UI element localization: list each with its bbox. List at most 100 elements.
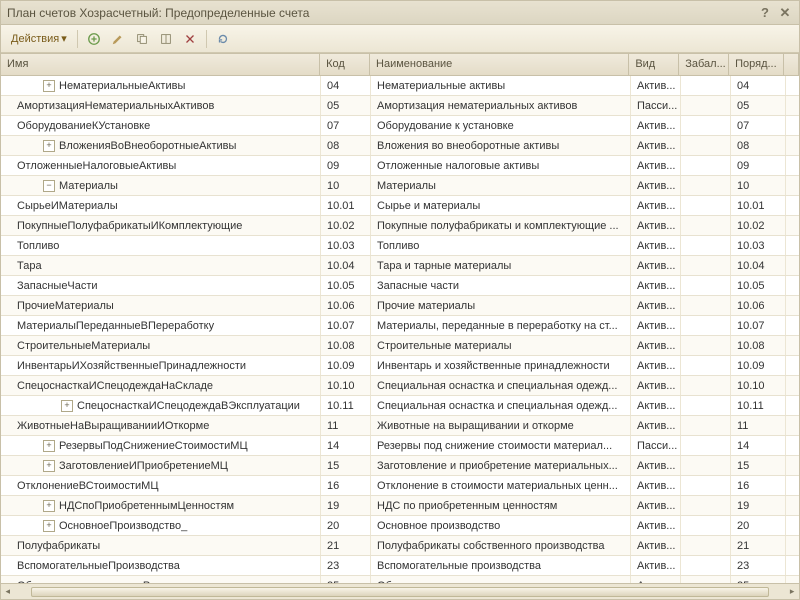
cell-code: 09 (321, 156, 371, 175)
cell-name: +ЗаготовлениеИПриобретениеМЦ (1, 456, 321, 475)
table-row[interactable]: СпецоснасткаИСпецодеждаНаСкладе10.10Спец… (1, 376, 799, 396)
cell-desc: Полуфабрикаты собственного производства (371, 536, 631, 555)
table-row[interactable]: ИнвентарьИХозяйственныеПринадлежности 10.… (1, 356, 799, 376)
cell-por: 16 (731, 476, 786, 495)
table-row[interactable]: Полуфабрикаты21Полуфабрикаты собственног… (1, 536, 799, 556)
cell-code: 20 (321, 516, 371, 535)
col-header-vid[interactable]: Вид (629, 54, 679, 75)
table-row[interactable]: Тара10.04Тара и тарные материалыАктив...… (1, 256, 799, 276)
collapse-icon[interactable]: − (43, 180, 55, 192)
table-row[interactable]: +НДСпоПриобретеннымЦенностям19НДС по при… (1, 496, 799, 516)
cell-code: 25 (321, 576, 371, 583)
cell-por: 21 (731, 536, 786, 555)
cell-por: 23 (731, 556, 786, 575)
cell-vid: Актив... (631, 76, 681, 95)
horizontal-scrollbar[interactable]: ◂ ▸ (1, 583, 799, 599)
table-row[interactable]: МатериалыПереданныеВПереработку10.07Мате… (1, 316, 799, 336)
cell-code: 10.05 (321, 276, 371, 295)
delete-button[interactable] (180, 29, 200, 49)
cell-por: 10 (731, 176, 786, 195)
add-button[interactable] (84, 29, 104, 49)
cell-vid: Актив... (631, 396, 681, 415)
cell-desc: Материалы, переданные в переработку на с… (371, 316, 631, 335)
help-button[interactable]: ? (757, 5, 773, 21)
expand-icon[interactable]: + (43, 80, 55, 92)
col-header-desc[interactable]: Наименование (370, 54, 629, 75)
cell-zab (681, 456, 731, 475)
cell-vid: Актив... (631, 216, 681, 235)
table-row[interactable]: ПрочиеМатериалы10.06Прочие материалыАкти… (1, 296, 799, 316)
table-row[interactable]: ОтклонениеВСтоимостиМЦ16Отклонение в сто… (1, 476, 799, 496)
refresh-button[interactable] (213, 29, 233, 49)
row-name: ИнвентарьИХозяйственныеПринадлежности (17, 360, 246, 372)
table-row[interactable]: СырьеИМатериалы10.01Сырье и материалыАкт… (1, 196, 799, 216)
col-header-name[interactable]: Имя (1, 54, 320, 75)
edit-button[interactable] (108, 29, 128, 49)
table-row[interactable]: Топливо10.03ТопливоАктив...10.03 (1, 236, 799, 256)
scroll-left-icon[interactable]: ◂ (1, 585, 15, 599)
cell-name: ВспомогательныеПроизводства (1, 556, 321, 575)
cell-code: 10.08 (321, 336, 371, 355)
table-row[interactable]: ПокупныеПолуфабрикатыИКомплектующие10.02… (1, 216, 799, 236)
cell-desc: Покупные полуфабрикаты и комплектующие .… (371, 216, 631, 235)
window: План счетов Хозрасчетный: Предопределенн… (0, 0, 800, 600)
expand-icon[interactable]: + (43, 140, 55, 152)
expand-icon[interactable]: + (61, 400, 73, 412)
expand-icon[interactable]: + (43, 460, 55, 472)
expand-icon[interactable]: + (43, 440, 55, 452)
table-row[interactable]: +РезервыПодСнижениеСтоимостиМЦ14Резервы … (1, 436, 799, 456)
cell-por: 11 (731, 416, 786, 435)
cell-code: 10.10 (321, 376, 371, 395)
grid: Имя Код Наименование Вид Забал... Поряд.… (1, 53, 799, 599)
table-row[interactable]: +ЗаготовлениеИПриобретениеМЦ15Заготовлен… (1, 456, 799, 476)
table-row[interactable]: АмортизацияНематериальныхАктивов05Аморти… (1, 96, 799, 116)
cell-code: 10.09 (321, 356, 371, 375)
cell-desc: Специальная оснастка и специальная одежд… (371, 396, 631, 415)
row-name: НДСпоПриобретеннымЦенностям (59, 500, 234, 512)
table-row[interactable]: СтроительныеМатериалы10.08Строительные м… (1, 336, 799, 356)
cell-zab (681, 336, 731, 355)
table-row[interactable]: ОтложенныеНалоговыеАктивы09Отложенные на… (1, 156, 799, 176)
properties-button[interactable] (156, 29, 176, 49)
table-row[interactable]: +ВложенияВоВнеоборотныеАктивы08Вложения … (1, 136, 799, 156)
copy-button[interactable] (132, 29, 152, 49)
scroll-right-icon[interactable]: ▸ (785, 585, 799, 599)
cell-vid: Актив... (631, 316, 681, 335)
cell-desc: Вложения во внеоборотные активы (371, 136, 631, 155)
book-icon (159, 32, 173, 46)
scrollbar-thumb[interactable] (31, 587, 770, 597)
row-name: ПрочиеМатериалы (17, 300, 114, 312)
cell-zab (681, 576, 731, 583)
table-row[interactable]: ЖивотныеНаВыращиванииИОткорме11Животные … (1, 416, 799, 436)
cell-desc: Вспомогательные производства (371, 556, 631, 575)
cell-code: 10.11 (321, 396, 371, 415)
cell-desc: Специальная оснастка и специальная одежд… (371, 376, 631, 395)
col-header-code[interactable]: Код (320, 54, 370, 75)
col-header-por[interactable]: Поряд... (729, 54, 784, 75)
actions-menu[interactable]: Действия ▾ (7, 30, 71, 47)
col-header-zab[interactable]: Забал... (679, 54, 729, 75)
cell-zab (681, 276, 731, 295)
cell-vid: Актив... (631, 536, 681, 555)
grid-body[interactable]: +НематериальныеАктивы04Нематериальные ак… (1, 76, 799, 583)
cell-zab (681, 376, 731, 395)
table-row[interactable]: +СпецоснасткаИСпецодеждаВЭксплуатации10.… (1, 396, 799, 416)
expand-icon[interactable]: + (43, 520, 55, 532)
row-name: НематериальныеАктивы (59, 80, 185, 92)
cell-desc: Отклонение в стоимости материальных ценн… (371, 476, 631, 495)
table-row[interactable]: ОбщепроизводственныеРасходы25Общепроизво… (1, 576, 799, 583)
titlebar: План счетов Хозрасчетный: Предопределенн… (1, 1, 799, 25)
row-name: ОтложенныеНалоговыеАктивы (17, 160, 176, 172)
cell-vid: Актив... (631, 236, 681, 255)
table-row[interactable]: ОборудованиеКУстановке07Оборудование к у… (1, 116, 799, 136)
table-row[interactable]: +НематериальныеАктивы04Нематериальные ак… (1, 76, 799, 96)
table-row[interactable]: ЗапасныеЧасти10.05Запасные частиАктив...… (1, 276, 799, 296)
cell-desc: Резервы под снижение стоимости материал.… (371, 436, 631, 455)
table-row[interactable]: +ОсновноеПроизводство_20Основное произво… (1, 516, 799, 536)
expand-icon[interactable]: + (43, 500, 55, 512)
cell-name: ПокупныеПолуфабрикатыИКомплектующие (1, 216, 321, 235)
close-button[interactable]: ✕ (777, 5, 793, 21)
table-row[interactable]: ВспомогательныеПроизводства 23 Вспомогател… (1, 556, 799, 576)
cell-name: +ОсновноеПроизводство_ (1, 516, 321, 535)
table-row[interactable]: −Материалы10МатериалыАктив...10 (1, 176, 799, 196)
